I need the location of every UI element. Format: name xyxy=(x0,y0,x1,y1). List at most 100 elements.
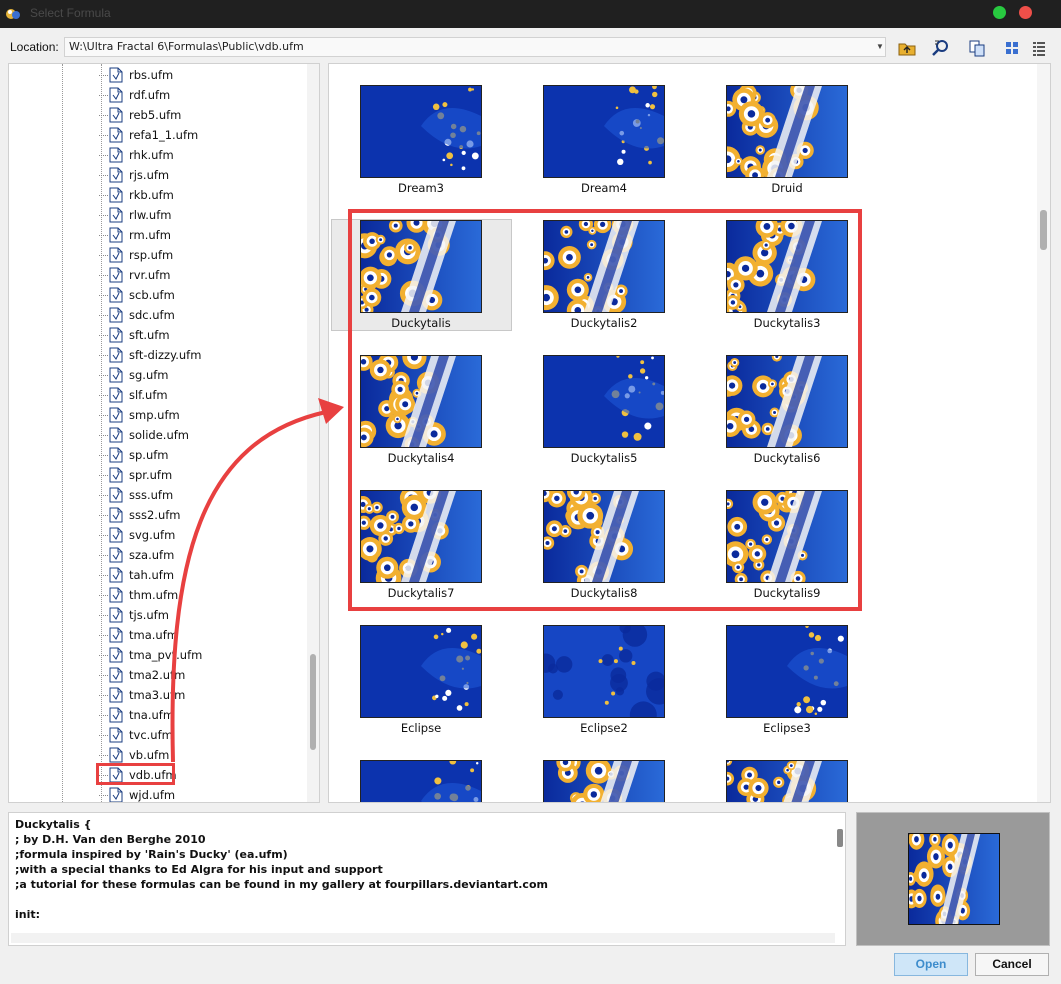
tree-item[interactable]: sss.ufm xyxy=(99,485,299,505)
tree-item[interactable]: slf.ufm xyxy=(99,385,299,405)
formula-thumbnail xyxy=(360,85,482,178)
formula-description[interactable]: Duckytalis { ; by D.H. Van den Berghe 20… xyxy=(8,812,846,946)
maximize-button[interactable] xyxy=(993,6,1006,19)
tree-item-label: wjd.ufm xyxy=(129,788,176,802)
formula-file-icon xyxy=(109,727,123,743)
tree-item-label: refa1_1.ufm xyxy=(129,128,199,142)
tree-connector xyxy=(99,475,108,476)
formula-file-icon xyxy=(109,607,123,623)
gallery-item[interactable]: Eclipse2 xyxy=(514,625,694,747)
tree-item[interactable]: rkb.ufm xyxy=(99,185,299,205)
tree-item[interactable]: rhk.ufm xyxy=(99,145,299,165)
tree-item-label: thm.ufm xyxy=(129,588,179,602)
tree-item[interactable]: smp.ufm xyxy=(99,405,299,425)
tree-item[interactable]: tma_pvt.ufm xyxy=(99,645,299,665)
tree-item-label: smp.ufm xyxy=(129,408,180,422)
tree-connector xyxy=(99,235,108,236)
tree-connector xyxy=(99,315,108,316)
tree-item[interactable]: thm.ufm xyxy=(99,585,299,605)
tree-item[interactable]: sza.ufm xyxy=(99,545,299,565)
tree-item[interactable]: sft.ufm xyxy=(99,325,299,345)
tree-item[interactable]: rm.ufm xyxy=(99,225,299,245)
description-hscrollbar[interactable] xyxy=(11,933,835,943)
tree-item[interactable]: tma.ufm xyxy=(99,625,299,645)
tree-item[interactable]: scb.ufm xyxy=(99,285,299,305)
tree-item[interactable]: solide.ufm xyxy=(99,425,299,445)
tree-item[interactable]: sp.ufm xyxy=(99,445,299,465)
tree-item-label: rsp.ufm xyxy=(129,248,174,262)
gallery-item[interactable]: Dream4 xyxy=(514,85,694,207)
gallery-item-label: Eclipse2 xyxy=(580,721,628,735)
tree-item-label: tvc.ufm xyxy=(129,728,173,742)
folder-tree[interactable]: rbs.ufm rdf.ufm reb5.ufm refa1_1.ufm rhk.ufm… xyxy=(8,63,320,803)
formula-gallery[interactable]: Dream3 Dream4 Druid Duckytalis Duckytalis2 Du… xyxy=(328,63,1051,803)
folder-up-icon[interactable] xyxy=(895,37,919,59)
chevron-down-icon[interactable]: ▼ xyxy=(874,38,886,56)
tree-item[interactable]: refa1_1.ufm xyxy=(99,125,299,145)
gallery-item[interactable]: Druid xyxy=(697,85,877,207)
search-folder-icon[interactable] xyxy=(929,37,953,59)
tree-connector xyxy=(99,655,108,656)
tree-item[interactable]: reb5.ufm xyxy=(99,105,299,125)
formula-file-icon xyxy=(109,67,123,83)
gallery-scrollbar-thumb[interactable] xyxy=(1040,210,1047,250)
description-scrollbar[interactable] xyxy=(835,815,845,931)
location-input[interactable]: W:\Ultra Fractal 6\Formulas\Public\vdb.u… xyxy=(64,37,886,57)
tree-item[interactable]: tna.ufm xyxy=(99,705,299,725)
tree-scrollbar[interactable] xyxy=(307,64,319,802)
gallery-item[interactable]: Eclipse3 xyxy=(697,625,877,747)
tree-connector xyxy=(99,95,108,96)
formula-thumbnail xyxy=(543,760,665,802)
tree-item[interactable]: tah.ufm xyxy=(99,565,299,585)
gallery-item[interactable] xyxy=(514,760,694,802)
tree-item-label: sza.ufm xyxy=(129,548,175,562)
copy-icon[interactable] xyxy=(965,37,989,59)
tree-item[interactable]: sss2.ufm xyxy=(99,505,299,525)
open-button[interactable]: Open xyxy=(894,953,968,976)
description-scrollbar-thumb[interactable] xyxy=(837,829,843,847)
tree-item[interactable]: rvr.ufm xyxy=(99,265,299,285)
tree-item[interactable]: tjs.ufm xyxy=(99,605,299,625)
tree-item[interactable]: sg.ufm xyxy=(99,365,299,385)
gallery-item[interactable] xyxy=(697,760,877,802)
tree-connector xyxy=(99,635,108,636)
tree-connector xyxy=(99,175,108,176)
tree-item[interactable]: sdc.ufm xyxy=(99,305,299,325)
tree-item-label: tna.ufm xyxy=(129,708,175,722)
details-view-icon[interactable] xyxy=(1027,37,1051,59)
tree-item[interactable]: rsp.ufm xyxy=(99,245,299,265)
tree-item[interactable]: spr.ufm xyxy=(99,465,299,485)
tree-item[interactable]: wjd.ufm xyxy=(99,785,299,802)
tree-item[interactable]: tma2.ufm xyxy=(99,665,299,685)
tree-item[interactable]: svg.ufm xyxy=(99,525,299,545)
cancel-button[interactable]: Cancel xyxy=(975,953,1049,976)
tree-item[interactable]: tma3.ufm xyxy=(99,685,299,705)
formula-file-icon xyxy=(109,567,123,583)
large-icons-view-icon[interactable] xyxy=(1000,37,1024,59)
gallery-item-label: Eclipse xyxy=(400,721,442,735)
gallery-item[interactable]: Dream3 xyxy=(331,85,511,207)
tree-item-label: rm.ufm xyxy=(129,228,171,242)
tree-item-label: rdf.ufm xyxy=(129,88,171,102)
formula-file-icon xyxy=(109,647,123,663)
formula-file-icon xyxy=(109,787,123,802)
tree-item[interactable]: sft-dizzy.ufm xyxy=(99,345,299,365)
tree-item[interactable]: tvc.ufm xyxy=(99,725,299,745)
tree-connector xyxy=(99,575,108,576)
tree-item[interactable]: vb.ufm xyxy=(99,745,299,765)
formula-file-icon xyxy=(109,707,123,723)
annotation-box xyxy=(348,209,862,611)
gallery-item[interactable]: Eclipse xyxy=(331,625,511,747)
tree-item[interactable]: rlw.ufm xyxy=(99,205,299,225)
tree-item[interactable]: rjs.ufm xyxy=(99,165,299,185)
tree-connector xyxy=(99,375,108,376)
close-button[interactable] xyxy=(1019,6,1032,19)
gallery-item[interactable] xyxy=(331,760,511,802)
tree-item[interactable]: rbs.ufm xyxy=(99,65,299,85)
tree-item-label: tjs.ufm xyxy=(129,608,169,622)
tree-scrollbar-thumb[interactable] xyxy=(310,654,316,750)
tree-connector xyxy=(99,415,108,416)
formula-file-icon xyxy=(109,207,123,223)
tree-item[interactable]: rdf.ufm xyxy=(99,85,299,105)
gallery-scrollbar[interactable] xyxy=(1037,64,1050,802)
